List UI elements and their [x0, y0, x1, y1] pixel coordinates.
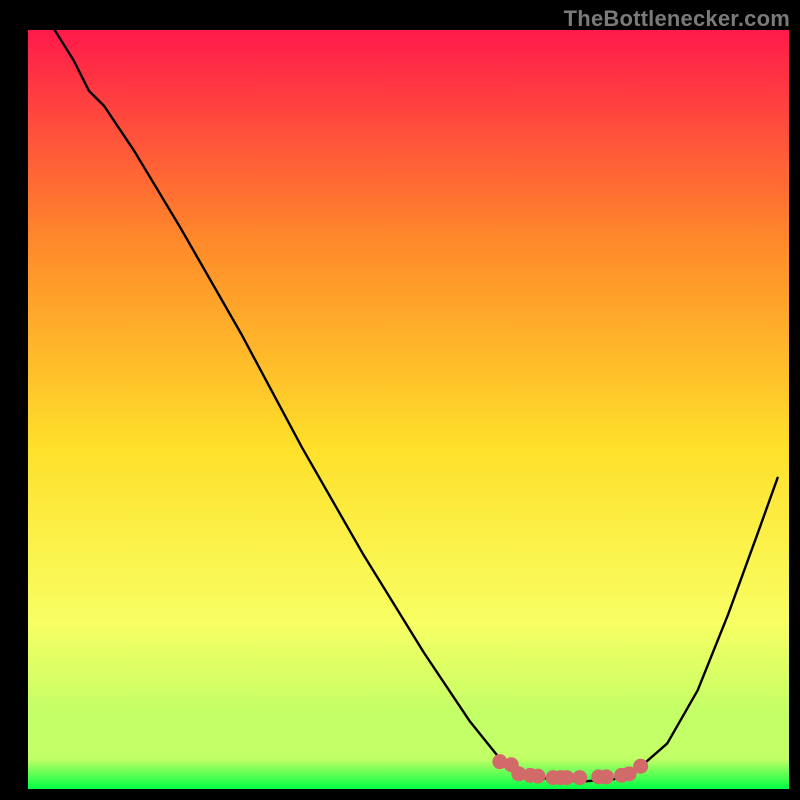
highlight-point: [559, 770, 574, 785]
highlight-point: [599, 769, 614, 784]
plot-background: [28, 30, 789, 789]
bottleneck-curve-chart: [0, 0, 800, 800]
highlight-point: [572, 770, 587, 785]
highlight-point: [530, 769, 545, 784]
highlight-point: [633, 759, 648, 774]
chart-frame: TheBottlenecker.com: [0, 0, 800, 800]
